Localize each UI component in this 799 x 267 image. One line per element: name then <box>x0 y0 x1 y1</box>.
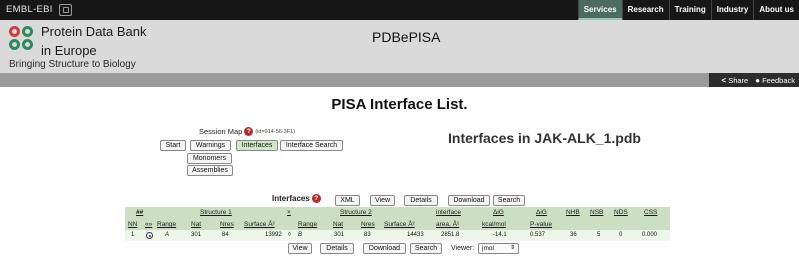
download-button-top[interactable]: Download <box>448 195 490 206</box>
header-divider <box>0 73 799 87</box>
share-label: Share <box>728 75 749 85</box>
cell-surface-1: 13992 <box>265 232 282 238</box>
cell-css: 0.000 <box>642 232 658 238</box>
col-surface-1[interactable]: Surface Å² <box>244 221 275 228</box>
col-dg[interactable]: ΔiG <box>493 209 504 216</box>
col-nsb[interactable]: NSB <box>590 209 603 216</box>
cell-pvalue: 0.537 <box>530 232 546 238</box>
start-button[interactable]: Start <box>160 140 186 151</box>
feedback-label: Feedback <box>762 75 795 85</box>
col-pvalue[interactable]: P-value <box>530 221 552 228</box>
feedback-button[interactable]: ● Feedback <box>755 76 795 85</box>
interfaces-button[interactable]: Interfaces <box>236 140 278 151</box>
col-nres-2[interactable]: Nres <box>361 221 375 228</box>
xml-button[interactable]: XML <box>335 195 360 206</box>
cell-nds: 0 <box>619 232 623 238</box>
help-icon[interactable]: ? <box>244 127 254 136</box>
cell-nsb: 5 <box>597 232 601 238</box>
page-title: PISA Interface List. <box>331 96 468 113</box>
search-button-bottom[interactable]: Search <box>410 243 442 254</box>
share-button[interactable]: < Share <box>722 76 749 85</box>
cell-nat-1: 301 <box>191 232 202 238</box>
col-kcal[interactable]: kcal/mol <box>482 221 506 228</box>
col-surface-2[interactable]: Surface Å² <box>384 221 415 228</box>
col-dg-p[interactable]: ΔiG <box>536 209 547 216</box>
cell-nn: 1 <box>131 232 135 238</box>
col-select[interactable]: «» <box>145 221 152 228</box>
row-select-radio[interactable] <box>146 232 153 239</box>
session-map-label: Session Map <box>199 127 243 136</box>
details-button-bottom[interactable]: Details <box>320 243 354 254</box>
chevron-updown-icon: ⇕ <box>509 245 515 251</box>
col-range-1[interactable]: Range <box>157 221 176 228</box>
warnings-button[interactable]: Warnings <box>190 140 231 151</box>
view-button-top[interactable]: View <box>370 195 395 206</box>
col-area[interactable]: area, Å² <box>436 221 459 228</box>
org-name-line1: Protein Data Bank <box>41 24 147 39</box>
view-button-bottom[interactable]: View <box>288 243 312 254</box>
cell-nat-2: 301 <box>334 232 345 238</box>
col-nat-2[interactable]: Nat <box>333 221 343 228</box>
col-hash[interactable]: ## <box>136 209 143 216</box>
nav-about-us[interactable]: About us <box>753 0 799 20</box>
details-button-top[interactable]: Details <box>404 195 438 206</box>
viewer-select[interactable]: jmol ⇕ <box>478 243 519 254</box>
download-button-bottom[interactable]: Download <box>363 243 406 254</box>
cell-range-2: B <box>298 232 303 238</box>
session-id: (id=914-56-3F1) <box>255 128 295 135</box>
utility-bar: < Share ● Feedback <box>709 73 799 87</box>
col-x: × <box>287 209 291 216</box>
viewer-select-value: jmol <box>482 245 494 252</box>
viewer-label: Viewer: <box>451 245 475 252</box>
table-row[interactable] <box>125 230 670 241</box>
interfaces-help-icon[interactable]: ? <box>311 194 321 203</box>
nav-training[interactable]: Training <box>668 0 711 20</box>
col-nn[interactable]: NN <box>128 221 137 228</box>
org-name-line2: in Europe <box>41 43 97 58</box>
interfaces-label: Interfaces ? <box>272 194 321 203</box>
interfaces-label-text: Interfaces <box>272 194 310 203</box>
org-name[interactable]: Protein Data Bank in Europe <box>41 22 171 60</box>
pdb-heading: Interfaces in JAK-ALK_1.pdb <box>448 130 641 146</box>
cell-symmetry: ◊ <box>288 232 291 238</box>
cell-nres-2: 83 <box>364 232 371 238</box>
nav-research[interactable]: Research <box>621 0 669 20</box>
ebi-top-bar: EMBL-EBI Services Research Training Indu… <box>0 0 799 20</box>
ebi-logo-icon <box>59 4 72 16</box>
nav-services[interactable]: Services <box>577 0 622 20</box>
col-structure-2[interactable]: Structure 2 <box>340 209 372 216</box>
col-range-2[interactable]: Range <box>298 221 317 228</box>
search-button-top[interactable]: Search <box>493 195 525 206</box>
pdbe-header: Protein Data Bank in Europe Bringing Str… <box>0 20 799 73</box>
col-nat-1[interactable]: Nat <box>191 221 201 228</box>
ebi-nav: Services Research Training Industry Abou… <box>577 0 799 20</box>
tagline: Bringing Structure to Biology <box>9 59 136 70</box>
feedback-icon: ● <box>755 75 761 85</box>
interface-search-button[interactable]: Interface Search <box>280 140 343 151</box>
col-interface[interactable]: interface <box>436 209 461 216</box>
cell-range-1: A <box>165 232 170 238</box>
monomers-button[interactable]: Monomers <box>187 153 232 164</box>
pdbe-logo-icon[interactable] <box>9 26 34 51</box>
cell-nhb: 36 <box>570 232 577 238</box>
cell-dg: -14.1 <box>493 232 507 238</box>
col-nhb[interactable]: NHB <box>566 209 580 216</box>
app-title: PDBePISA <box>372 29 441 45</box>
cell-area: 2851.8 <box>441 232 460 238</box>
interfaces-table: ## Structure 1 × Structure 2 interface Δ… <box>125 207 670 241</box>
cell-surface-2: 14433 <box>407 232 424 238</box>
ebi-logo[interactable]: EMBL-EBI <box>6 4 53 15</box>
col-nres-1[interactable]: Nres <box>220 221 234 228</box>
session-map: Session Map ? (id=914-56-3F1) <box>199 127 295 136</box>
nav-industry[interactable]: Industry <box>710 0 754 20</box>
assemblies-button[interactable]: Assemblies <box>187 165 233 176</box>
share-icon: < <box>721 75 727 85</box>
cell-nres-1: 84 <box>222 232 229 238</box>
col-nds[interactable]: NDS <box>614 209 628 216</box>
col-css[interactable]: CSS <box>644 209 657 216</box>
col-structure-1[interactable]: Structure 1 <box>200 209 232 216</box>
